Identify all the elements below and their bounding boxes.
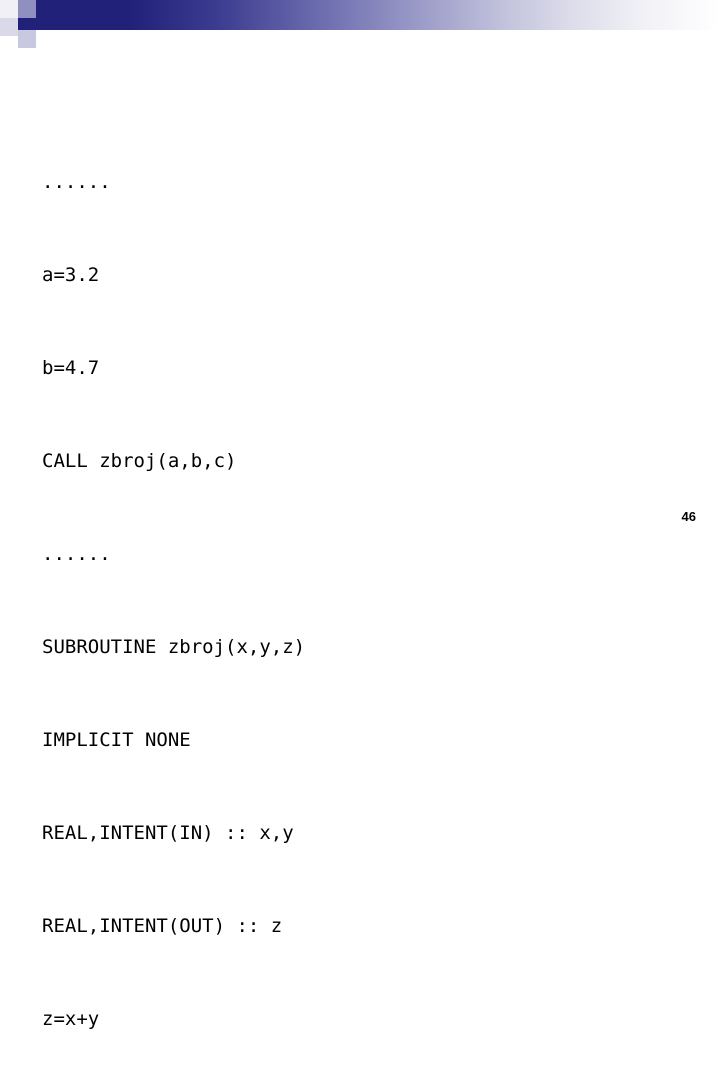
code-line: REAL,INTENT(OUT) :: z [42, 915, 283, 937]
code-line: b=4.7 [42, 357, 100, 379]
code-line: z=x+y [42, 1008, 100, 1030]
slide-header-band [0, 0, 720, 30]
code-line: REAL,INTENT(IN) :: x,y [42, 822, 294, 844]
code-listing: ...... a=3.2 b=4.7 CALL zbroj(a,b,c) ...… [42, 105, 682, 1080]
page-number: 46 [681, 509, 696, 524]
header-decoration-square-1 [0, 0, 18, 18]
code-line: IMPLICIT NONE [42, 729, 191, 751]
code-line: CALL zbroj(a,b,c) [42, 450, 237, 472]
code-line: SUBROUTINE zbroj(x,y,z) [42, 636, 306, 658]
header-decoration-square-2 [18, 0, 36, 18]
header-decoration-square-4 [18, 30, 36, 48]
code-line: ...... [42, 543, 111, 565]
code-line: ...... [42, 171, 111, 193]
header-decoration-square-3 [0, 18, 18, 36]
code-line: a=3.2 [42, 264, 100, 286]
